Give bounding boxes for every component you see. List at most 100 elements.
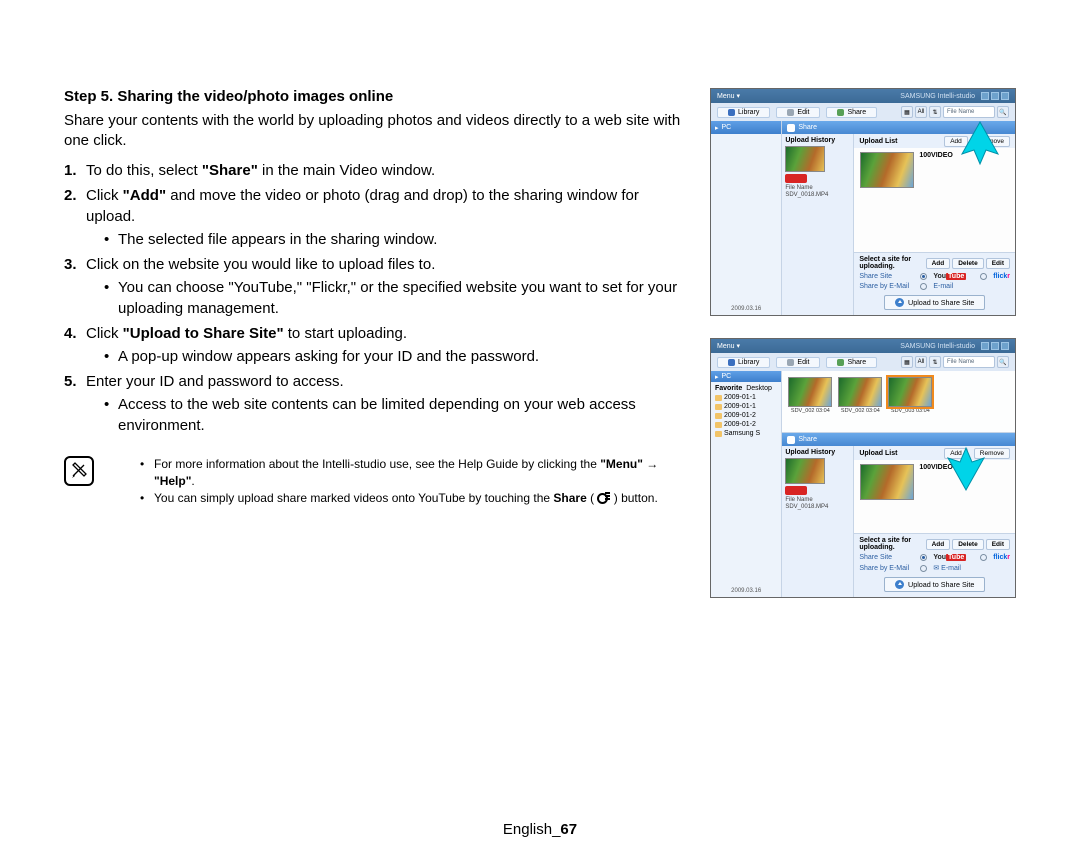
menu-button[interactable]: Menu ▾ [717, 92, 740, 100]
step-3-sub: You can choose "YouTube," "Flickr," or t… [104, 277, 682, 319]
youtube-label: YouTube [933, 554, 966, 561]
upload-list-label: Upload List [859, 138, 897, 145]
share-site-label: Share Site [859, 554, 914, 561]
sort-icon[interactable]: ⇅ [929, 356, 941, 368]
manual-page: Step 5. Sharing the video/photo images o… [0, 0, 1080, 866]
upload-icon [895, 580, 904, 589]
close-icon[interactable] [1001, 92, 1009, 100]
step-list: To do this, select "Share" in the main V… [64, 160, 682, 436]
tab-edit[interactable]: Edit [776, 357, 820, 368]
search-input[interactable]: File Name [943, 356, 995, 368]
note-box: For more information about the Intelli-s… [64, 456, 682, 508]
minimize-icon[interactable] [981, 342, 989, 350]
upload-to-share-site-button[interactable]: Upload to Share Site [884, 577, 985, 592]
youtube-radio[interactable] [920, 554, 927, 561]
date-label: 2009.03.16 [711, 588, 781, 597]
folder-item[interactable]: 2009-01-2 [715, 412, 777, 419]
titlebar: Menu ▾ SAMSUNG Intelli-studio [711, 89, 1015, 103]
site-select-label: Select a site for uploading. [859, 256, 925, 270]
step-2-sub: The selected file appears in the sharing… [104, 229, 682, 250]
site-select-label: Select a site for uploading. [859, 537, 925, 551]
titlebar: Menu ▾ SAMSUNG Intelli-studio [711, 339, 1015, 353]
step-title: Step 5. Sharing the video/photo images o… [64, 88, 682, 105]
menu-button[interactable]: Menu ▾ [717, 342, 740, 350]
search-input[interactable]: File Name [943, 106, 995, 118]
site-delete-button[interactable]: Delete [952, 539, 984, 550]
folder-icon [715, 431, 722, 437]
search-icon[interactable]: 🔍 [997, 106, 1009, 118]
step-3: Click on the website you would like to u… [64, 254, 682, 319]
upload-history: Upload History File NameSDV_0018.MP4 [782, 446, 854, 597]
folder-item[interactable]: 2009-01-2 [715, 421, 777, 428]
maximize-icon[interactable] [991, 92, 999, 100]
screenshot-column: Menu ▾ SAMSUNG Intelli-studio Library Ed… [710, 88, 1016, 598]
tab-share[interactable]: Share [826, 107, 877, 118]
thumb-selected[interactable]: SDV_003 03:04 [888, 377, 932, 414]
youtube-radio[interactable] [920, 273, 927, 280]
share-tab-icon [837, 109, 844, 116]
share-site-label: Share Site [859, 273, 914, 280]
maximize-icon[interactable] [991, 342, 999, 350]
history-thumbnail[interactable] [785, 458, 825, 484]
pc-header[interactable]: ▸PC [711, 121, 781, 134]
pc-header[interactable]: ▸PC [711, 371, 781, 382]
app-brand: SAMSUNG Intelli-studio [900, 343, 975, 350]
instruction-column: Step 5. Sharing the video/photo images o… [64, 88, 682, 598]
tab-library[interactable]: Library [717, 357, 770, 368]
sort-icon[interactable]: ⇅ [929, 106, 941, 118]
tab-library[interactable]: Library [717, 107, 770, 118]
folder-icon [715, 422, 722, 428]
tab-edit[interactable]: Edit [776, 107, 820, 118]
note-icon [64, 456, 94, 486]
intro-text: Share your contents with the world by up… [64, 111, 682, 152]
app-brand: SAMSUNG Intelli-studio [900, 93, 975, 100]
share-panel-icon [787, 436, 795, 444]
folder-item[interactable]: Samsung S [715, 430, 777, 437]
email-radio[interactable] [920, 565, 927, 572]
view-grid-icon[interactable]: ▦ [901, 106, 913, 118]
view-grid-icon[interactable]: ▦ [901, 356, 913, 368]
filter-all-button[interactable]: All [915, 356, 927, 368]
thumb[interactable]: SDV_002 03:04 [788, 377, 832, 414]
folder-item[interactable]: 2009-01-1 [715, 403, 777, 410]
edit-icon [787, 359, 794, 366]
history-thumbnail[interactable] [785, 146, 825, 172]
filmstrip: SDV_002 03:04 SDV_002 03:04 SDV_003 03:0… [782, 371, 1015, 433]
thumb[interactable]: SDV_002 03:04 [838, 377, 882, 414]
close-icon[interactable] [1001, 342, 1009, 350]
share-icon [597, 492, 610, 503]
youtube-badge-icon [785, 486, 807, 495]
flickr-radio[interactable] [980, 273, 987, 280]
app-screenshot-1: Menu ▾ SAMSUNG Intelli-studio Library Ed… [710, 88, 1016, 316]
step-5: Enter your ID and password to access. Ac… [64, 371, 682, 436]
filter-all-button[interactable]: All [915, 106, 927, 118]
folder-icon [715, 413, 722, 419]
folder-icon [715, 404, 722, 410]
site-edit-button[interactable]: Edit [986, 539, 1010, 550]
app-screenshot-2: Menu ▾ SAMSUNG Intelli-studio Library Ed… [710, 338, 1016, 598]
youtube-badge-icon [785, 174, 807, 183]
email-radio[interactable] [920, 283, 927, 290]
site-add-button[interactable]: Add [926, 258, 951, 269]
upload-list-label: Upload List [859, 450, 897, 457]
step-4: Click "Upload to Share Site" to start up… [64, 323, 682, 367]
upload-icon [895, 298, 904, 307]
upload-list-viewport: 100VIDEO [854, 460, 1015, 533]
upload-thumbnail [860, 152, 914, 188]
site-add-button[interactable]: Add [926, 539, 951, 550]
share-email-label: Share by E-Mail [859, 565, 914, 572]
upload-to-share-site-button[interactable]: Upload to Share Site [884, 295, 985, 310]
site-delete-button[interactable]: Delete [952, 258, 984, 269]
site-edit-button[interactable]: Edit [986, 258, 1010, 269]
folder-item[interactable]: 2009-01-1 [715, 394, 777, 401]
flickr-label: flickr [993, 273, 1010, 280]
email-label: ✉ E-mail [933, 564, 961, 572]
tab-share[interactable]: Share [826, 357, 877, 368]
email-label: E-mail [933, 283, 953, 290]
share-email-label: Share by E-Mail [859, 283, 914, 290]
minimize-icon[interactable] [981, 92, 989, 100]
note-2: You can simply upload share marked video… [140, 490, 682, 507]
search-icon[interactable]: 🔍 [997, 356, 1009, 368]
step-1: To do this, select "Share" in the main V… [64, 160, 682, 181]
flickr-radio[interactable] [980, 554, 987, 561]
